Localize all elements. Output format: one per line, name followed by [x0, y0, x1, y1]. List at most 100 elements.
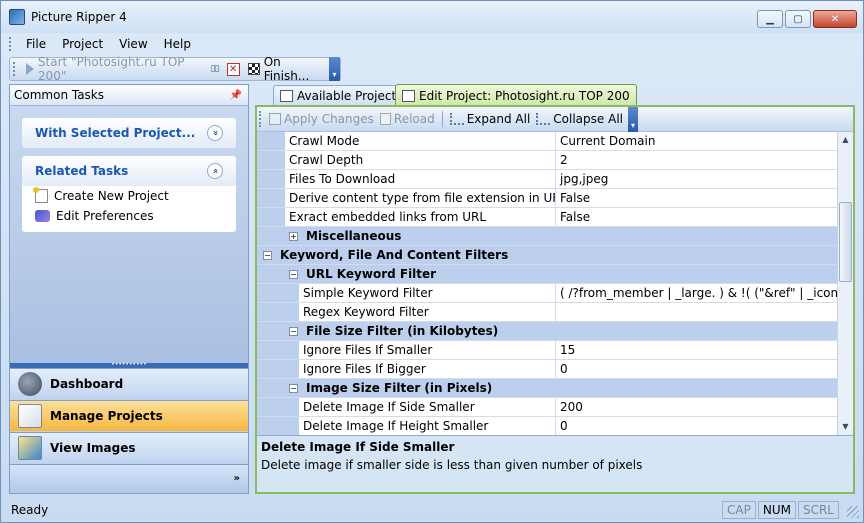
toolbar-overflow-button[interactable]: ▾ — [328, 57, 340, 81]
property-category[interactable]: + Miscellaneous — [257, 227, 837, 246]
minimize-button[interactable]: ▁ — [757, 10, 783, 28]
property-row[interactable]: Simple Keyword Filter ( /?from_member | _… — [257, 284, 837, 303]
property-value-text: 15 — [560, 343, 576, 357]
property-row[interactable]: Ignore Files If Bigger 0 — [257, 360, 837, 379]
collapse-all-button[interactable]: Collapse All — [533, 112, 626, 126]
main-toolbar: Start "Photosight.ru TOP 200" ▯▯ ✕ On Fi… — [9, 55, 341, 83]
scroll-thumb[interactable] — [839, 202, 852, 282]
collapse-icon[interactable]: − — [289, 269, 298, 279]
tab-available-projects[interactable]: Available Projects — [273, 85, 410, 105]
property-row[interactable]: Exract embedded links from URL False — [257, 208, 837, 227]
menu-grip-icon[interactable] — [9, 37, 12, 51]
row-indent — [257, 379, 285, 397]
related-tasks-header[interactable]: Related Tasks « — [22, 156, 236, 186]
collapse-icon[interactable]: − — [289, 326, 298, 336]
editor-toolbar-overflow-button[interactable]: ▾ — [627, 106, 638, 132]
on-finish-button[interactable]: On Finish... — [244, 55, 329, 83]
property-category[interactable]: − Image Size Filter (in Pixels) — [257, 379, 837, 398]
property-value[interactable]: False — [556, 189, 837, 207]
expand-all-button[interactable]: Expand All — [447, 112, 534, 126]
property-value[interactable]: 2 — [556, 151, 837, 169]
property-value[interactable] — [556, 303, 837, 321]
property-value[interactable]: Current Domain — [556, 132, 837, 150]
start-button[interactable]: Start "Photosight.ru TOP 200" — [22, 55, 207, 83]
close-button[interactable]: ✕ — [813, 10, 857, 28]
tab-edit-project[interactable]: Edit Project: Photosight.ru TOP 200 — [395, 84, 637, 106]
resize-grip-icon[interactable] — [847, 506, 859, 518]
create-new-project-link[interactable]: Create New Project — [22, 186, 236, 206]
tab-available-projects-label: Available Projects — [297, 88, 403, 103]
property-value[interactable]: jpg,jpeg — [556, 170, 837, 188]
stop-button[interactable]: ✕ — [223, 62, 244, 76]
property-row[interactable]: Delete Image If Side Smaller▲▼200 — [257, 398, 837, 417]
status-indicator-num: NUM — [757, 500, 796, 519]
play-icon — [25, 63, 34, 75]
nav-dashboard-label: Dashboard — [50, 377, 124, 391]
property-value[interactable]: 0 — [556, 417, 837, 435]
property-category[interactable]: − Keyword, File And Content Filters — [257, 246, 837, 265]
apply-changes-button[interactable]: Apply Changes — [266, 112, 377, 126]
status-bar: Ready CAP NUM SCRL — [1, 497, 863, 522]
related-tasks-title: Related Tasks — [35, 164, 129, 178]
collapse-icon[interactable]: − — [289, 383, 298, 393]
category-label: − URL Keyword Filter — [285, 265, 837, 283]
collapse-icon[interactable]: − — [263, 250, 272, 260]
property-category[interactable]: − File Size Filter (in Kilobytes) — [257, 322, 837, 341]
edit-preferences-label: Edit Preferences — [56, 209, 154, 223]
property-category[interactable]: − URL Keyword Filter — [257, 265, 837, 284]
nav-manage-projects-label: Manage Projects — [50, 409, 163, 423]
expand-all-label: Expand All — [466, 112, 531, 126]
menu-help[interactable]: Help — [156, 37, 199, 51]
property-row[interactable]: Crawl Mode Current Domain — [257, 132, 837, 151]
property-name: Ignore Files If Smaller — [299, 341, 556, 359]
collapse-tree-icon — [536, 113, 551, 125]
category-label: − Keyword, File And Content Filters — [259, 246, 837, 264]
apply-changes-label: Apply Changes — [284, 112, 374, 126]
scroll-down-icon[interactable]: ▼ — [838, 419, 853, 435]
property-row[interactable]: Derive content type from file extension … — [257, 189, 837, 208]
menu-file[interactable]: File — [18, 37, 54, 51]
collapse-all-label: Collapse All — [553, 112, 623, 126]
expand-chevron-icon[interactable]: » — [207, 125, 223, 141]
pause-button[interactable]: ▯▯ — [207, 64, 223, 74]
menu-view[interactable]: View — [111, 37, 155, 51]
property-value[interactable]: 15 — [556, 341, 837, 359]
nav-more-button[interactable]: » — [10, 464, 248, 493]
property-value[interactable]: 0 — [556, 360, 837, 378]
row-indent — [257, 170, 285, 188]
maximize-button[interactable]: ▢ — [785, 10, 811, 28]
property-value[interactable]: ▲▼200 — [556, 398, 837, 416]
menu-project[interactable]: Project — [54, 37, 111, 51]
property-value[interactable]: False — [556, 208, 837, 226]
property-value[interactable]: ( /?from_member | _large. ) & !( ("&ref"… — [556, 284, 837, 302]
with-selected-project-header[interactable]: With Selected Project... » — [22, 118, 236, 148]
scroll-up-icon[interactable]: ▲ — [838, 132, 853, 148]
property-grid-scrollbar[interactable]: ▲ ▼ — [837, 132, 853, 435]
property-row[interactable]: Regex Keyword Filter — [257, 303, 837, 322]
apply-icon — [269, 113, 281, 125]
collapse-chevron-icon[interactable]: « — [207, 163, 223, 179]
nav-dashboard[interactable]: Dashboard — [10, 368, 248, 399]
common-tasks-panel: Common Tasks 📌 With Selected Project... … — [9, 84, 249, 494]
with-selected-project-group: With Selected Project... » — [22, 118, 236, 148]
property-row[interactable]: Crawl Depth 2 — [257, 151, 837, 170]
reload-button[interactable]: Reload — [377, 112, 438, 126]
nav-view-images[interactable]: View Images — [10, 432, 248, 463]
property-row[interactable]: Ignore Files If Smaller 15 — [257, 341, 837, 360]
property-name: Files To Download — [285, 170, 556, 188]
category-label: − Image Size Filter (in Pixels) — [285, 379, 837, 397]
category-title: Miscellaneous — [306, 229, 402, 243]
edit-preferences-link[interactable]: Edit Preferences — [22, 206, 236, 226]
nav-view-images-label: View Images — [50, 441, 136, 455]
expand-icon[interactable]: + — [289, 231, 298, 241]
editor-toolbar-grip-icon[interactable] — [259, 111, 262, 127]
property-row[interactable]: Delete Image If Height Smaller 0 — [257, 417, 837, 435]
toolbar-separator — [441, 111, 443, 127]
status-text: Ready — [11, 502, 49, 517]
property-row[interactable]: Files To Download jpg,jpeg — [257, 170, 837, 189]
list-icon — [280, 89, 293, 102]
toolbar-grip-icon[interactable] — [13, 62, 16, 76]
nav-manage-projects[interactable]: Manage Projects — [10, 400, 248, 431]
pin-icon[interactable]: 📌 — [230, 90, 242, 101]
property-name: Ignore Files If Bigger — [299, 360, 556, 378]
